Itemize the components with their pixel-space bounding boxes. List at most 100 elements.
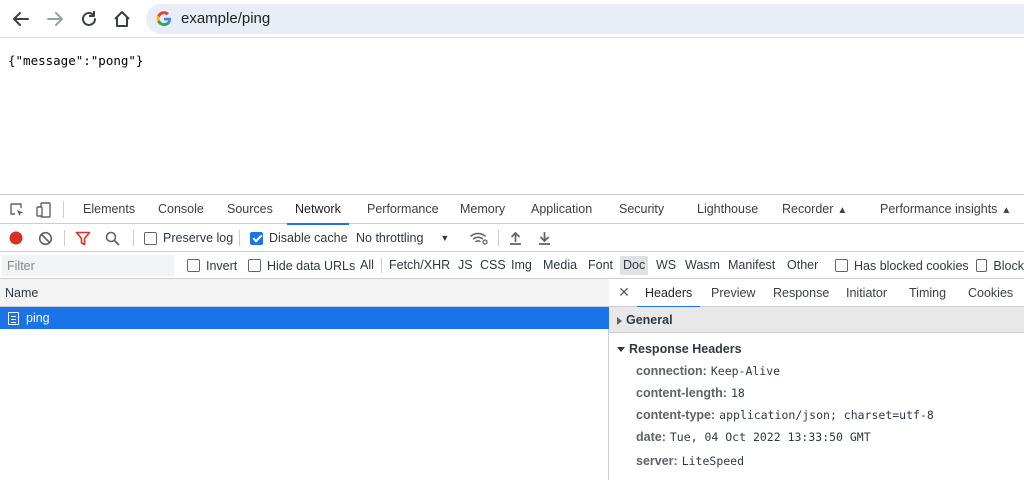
general-label: General	[626, 313, 673, 327]
network-toolbar: Preserve log Disable cache No throttling…	[0, 224, 1024, 252]
forward-icon[interactable]	[41, 5, 69, 33]
invert-checkbox[interactable]: Invert	[187, 252, 237, 279]
device-toolbar-icon[interactable]	[35, 201, 53, 219]
type-filter-font[interactable]: Font	[585, 256, 616, 275]
request-list: Name ping	[0, 279, 609, 480]
url-text[interactable]: example/ping	[181, 10, 270, 28]
filter-icon	[75, 231, 91, 245]
type-filter-css[interactable]: CSS	[477, 256, 509, 275]
preserve-log-checkbox[interactable]: Preserve log	[144, 224, 233, 252]
type-filter-media[interactable]: Media	[540, 256, 580, 275]
type-filter-all[interactable]: All	[357, 256, 377, 275]
tab-cookies[interactable]: Cookies	[968, 279, 1013, 307]
import-har-button[interactable]	[509, 224, 522, 252]
toolbar-divider	[64, 230, 65, 246]
response-headers-section-header[interactable]: Response Headers	[617, 341, 742, 357]
disable-cache-checkbox[interactable]: Disable cache	[250, 224, 348, 252]
record-icon	[9, 231, 23, 245]
type-filter-doc[interactable]: Doc	[620, 256, 649, 275]
download-icon	[539, 232, 550, 245]
invert-label: Invert	[206, 258, 238, 273]
address-bar[interactable]: example/ping	[146, 4, 1024, 34]
export-har-button[interactable]	[538, 224, 551, 252]
collapse-arrow-icon	[617, 347, 625, 353]
devtools-tabbar: Elements Console Sources Network Perform…	[0, 195, 1024, 225]
upload-icon	[510, 231, 521, 245]
hide-data-urls-box[interactable]	[248, 259, 261, 272]
tab-preview[interactable]: Preview	[711, 279, 755, 307]
tab-response[interactable]: Response	[773, 279, 829, 307]
throttling-select[interactable]: No throttling ▼	[356, 224, 449, 252]
header-row: content-length: 18	[636, 385, 745, 401]
disable-cache-label: Disable cache	[269, 231, 348, 245]
type-filter-fetch-xhr[interactable]: Fetch/XHR	[386, 256, 453, 275]
detail-tabbar: ✕ Headers Preview Response Initiator Tim…	[609, 279, 1024, 308]
wifi-settings-icon	[470, 232, 488, 245]
general-section-header[interactable]: General	[609, 307, 1024, 333]
hide-data-urls-checkbox[interactable]: Hide data URLs	[248, 252, 355, 279]
toolbar-divider	[133, 230, 134, 246]
name-column-header[interactable]: Name	[0, 279, 609, 307]
back-icon[interactable]	[7, 5, 35, 33]
throttling-value: No throttling	[356, 231, 424, 245]
request-name: ping	[26, 311, 50, 325]
has-blocked-cookies-label: Has blocked cookies	[854, 258, 969, 273]
has-blocked-cookies-checkbox[interactable]: Has blocked cookies	[835, 252, 969, 279]
tab-elements[interactable]: Elements	[83, 195, 135, 224]
type-filter-manifest[interactable]: Manifest	[725, 256, 778, 275]
header-value: 18	[730, 386, 745, 400]
tab-initiator[interactable]: Initiator	[846, 279, 887, 307]
header-name: server:	[636, 454, 678, 468]
type-filter-wasm[interactable]: Wasm	[682, 256, 723, 275]
preserve-log-box[interactable]	[144, 231, 157, 245]
blocked-requests-checkbox[interactable]: Block	[976, 252, 1024, 279]
tabbar-divider	[63, 201, 64, 218]
blocked-requests-box[interactable]	[976, 259, 988, 272]
type-filter-other[interactable]: Other	[784, 256, 821, 275]
header-name: content-type:	[636, 408, 716, 422]
flask-icon: ▲	[837, 205, 848, 216]
home-icon[interactable]	[108, 5, 136, 33]
header-value: LiteSpeed	[681, 454, 745, 468]
header-name: date:	[636, 430, 666, 444]
tab-memory[interactable]: Memory	[460, 195, 505, 224]
search-icon	[105, 231, 120, 245]
chevron-down-icon: ▼	[440, 233, 450, 243]
filter-bar: Invert Hide data URLs All Fetch/XHR JS C…	[0, 252, 1024, 279]
header-row: connection: Keep-Alive	[636, 363, 780, 379]
tab-performance[interactable]: Performance	[367, 195, 439, 224]
close-icon[interactable]: ✕	[617, 285, 631, 299]
tab-network[interactable]: Network	[287, 195, 349, 225]
record-button[interactable]	[9, 224, 23, 252]
network-conditions-button[interactable]	[470, 224, 488, 252]
devtools-panel: Elements Console Sources Network Perform…	[0, 194, 1024, 480]
has-blocked-cookies-box[interactable]	[835, 259, 848, 272]
header-value: Tue, 04 Oct 2022 13:33:50 GMT	[669, 430, 871, 444]
page-viewport: {"message":"pong"}	[0, 38, 1024, 194]
filter-toggle-button[interactable]	[75, 224, 91, 252]
clear-icon	[38, 231, 53, 245]
clear-button[interactable]	[38, 224, 53, 252]
invert-box[interactable]	[187, 259, 200, 272]
tab-security[interactable]: Security	[619, 195, 664, 224]
tab-console[interactable]: Console	[158, 195, 204, 224]
reload-icon[interactable]	[75, 5, 103, 33]
tab-sources[interactable]: Sources	[227, 195, 273, 224]
type-filter-img[interactable]: Img	[508, 256, 535, 275]
tab-timing[interactable]: Timing	[909, 279, 946, 307]
tab-headers[interactable]: Headers	[636, 279, 701, 308]
response-headers-label: Response Headers	[629, 342, 742, 356]
type-filter-ws[interactable]: WS	[653, 256, 679, 275]
header-value: Keep-Alive	[710, 364, 781, 378]
tab-application[interactable]: Application	[531, 195, 592, 224]
header-value: application/json; charset=utf-8	[719, 408, 934, 422]
table-row[interactable]: ping	[0, 307, 609, 329]
tab-recorder[interactable]: Recorder ▲	[782, 195, 847, 224]
type-filter-js[interactable]: JS	[455, 256, 476, 275]
inspect-element-icon[interactable]	[8, 201, 26, 219]
disable-cache-box[interactable]	[250, 231, 263, 245]
filter-input[interactable]	[2, 255, 174, 276]
search-button[interactable]	[105, 224, 120, 252]
tab-lighthouse[interactable]: Lighthouse	[697, 195, 758, 224]
tab-performance-insights[interactable]: Performance insights ▲	[880, 195, 1011, 224]
